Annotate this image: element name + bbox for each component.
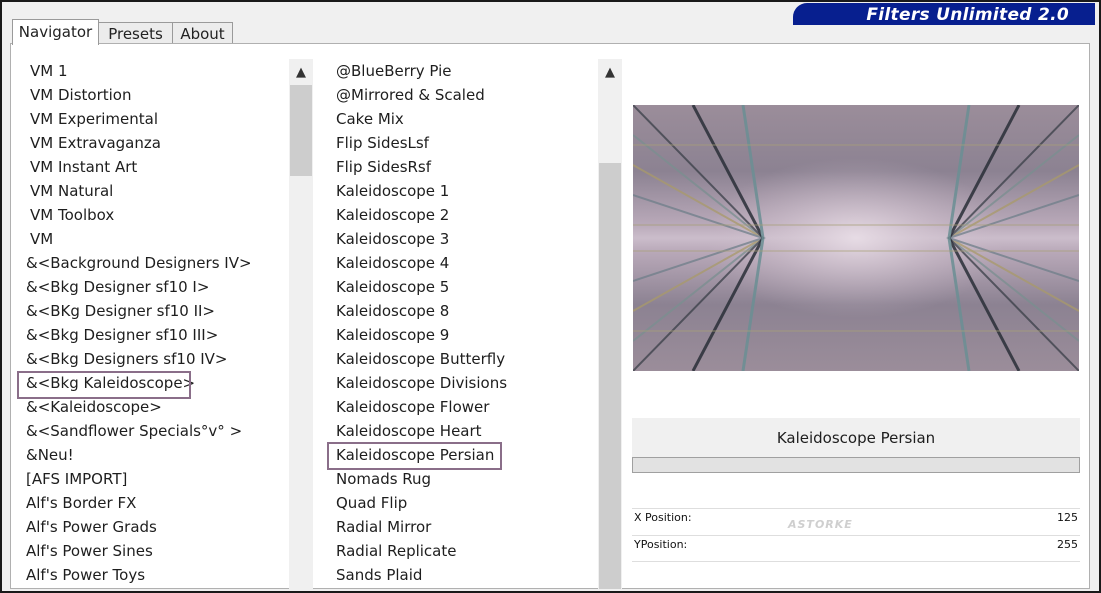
category-list[interactable]: VM 1 VM Distortion VM Experimental VM Extra…: [18, 59, 288, 589]
chevron-up-icon[interactable]: ▲: [289, 59, 313, 85]
param-divider: [632, 535, 1080, 536]
category-item[interactable]: &<Sandflower Specials°v° >: [26, 419, 242, 443]
param-divider: [632, 508, 1080, 509]
category-item[interactable]: &<Bkg Designer sf10 III>: [26, 323, 218, 347]
category-item[interactable]: VM Extravaganza: [30, 131, 161, 155]
category-item[interactable]: Alf's Power Toys: [26, 563, 145, 587]
x-position-value[interactable]: 125: [1030, 511, 1078, 524]
param-divider: [632, 561, 1080, 562]
category-item[interactable]: VM Experimental: [30, 107, 158, 131]
category-scroll-thumb[interactable]: [290, 85, 312, 176]
progress-bar: [632, 457, 1080, 473]
category-item[interactable]: VM Distortion: [30, 83, 131, 107]
filter-item[interactable]: Kaleidoscope Heart: [336, 419, 482, 443]
filter-item[interactable]: Sands Plaid: [336, 563, 422, 587]
category-item[interactable]: VM Natural: [30, 179, 113, 203]
filter-item[interactable]: Quad Flip: [336, 491, 407, 515]
kaleidoscope-pattern: [633, 105, 1079, 371]
selected-filter-name: Kaleidoscope Persian: [776, 429, 936, 447]
y-position-value[interactable]: 255: [1030, 538, 1078, 551]
category-item[interactable]: &<BKg Designer sf10 II>: [26, 299, 215, 323]
preview-image: [633, 105, 1079, 371]
category-item[interactable]: Alf's Power Sines: [26, 539, 153, 563]
category-item[interactable]: [AFS IMPORT]: [26, 467, 127, 491]
filter-item[interactable]: Flip SidesRsf: [336, 155, 431, 179]
category-item[interactable]: Alf's Border FX: [26, 491, 136, 515]
watermark: ASTORKE: [788, 518, 853, 531]
chevron-up-icon[interactable]: ▲: [598, 59, 622, 85]
category-item[interactable]: VM 1: [30, 59, 68, 83]
tab-presets[interactable]: Presets: [98, 22, 173, 44]
tab-navigator[interactable]: Navigator: [12, 19, 99, 45]
watermark-text: ASTORKE: [788, 518, 853, 531]
category-item[interactable]: &<Bkg Designers sf10 IV>: [26, 347, 228, 371]
tab-about[interactable]: About: [172, 22, 233, 44]
filter-item[interactable]: Flip SidesLsf: [336, 131, 429, 155]
filter-list[interactable]: @BlueBerry Pie @Mirrored & Scaled Cake Mix…: [327, 59, 597, 589]
filter-item[interactable]: Kaleidoscope 2: [336, 203, 449, 227]
app-title: Filters Unlimited 2.0: [866, 5, 1069, 25]
filter-name-box: Kaleidoscope Persian: [632, 418, 1080, 458]
category-item[interactable]: &Neu!: [26, 443, 74, 467]
filter-item[interactable]: @Mirrored & Scaled: [336, 83, 485, 107]
filter-scrollbar[interactable]: ▲: [598, 59, 622, 589]
y-position-label: YPosition:: [634, 538, 688, 551]
category-item[interactable]: &<Background Designers IV>: [26, 251, 252, 275]
filter-item[interactable]: Kaleidoscope 5: [336, 275, 449, 299]
filter-selection-highlight: [327, 442, 502, 470]
filter-item[interactable]: Cake Mix: [336, 107, 404, 131]
filter-item[interactable]: Radial Replicate: [336, 539, 456, 563]
filter-item[interactable]: Kaleidoscope 4: [336, 251, 449, 275]
filter-item[interactable]: Nomads Rug: [336, 467, 431, 491]
category-item[interactable]: Alf's Power Grads: [26, 515, 157, 539]
category-item[interactable]: VM: [30, 227, 53, 251]
filter-item[interactable]: Kaleidoscope Butterfly: [336, 347, 505, 371]
category-selection-highlight: [17, 371, 191, 399]
category-item[interactable]: VM Toolbox: [30, 203, 114, 227]
filter-item[interactable]: Kaleidoscope Divisions: [336, 371, 507, 395]
category-item[interactable]: VM Instant Art: [30, 155, 137, 179]
x-position-label: X Position:: [634, 511, 692, 524]
filter-item[interactable]: Kaleidoscope 3: [336, 227, 449, 251]
filter-item[interactable]: Radial Mirror: [336, 515, 431, 539]
filter-item[interactable]: Kaleidoscope Flower: [336, 395, 489, 419]
title-banner: Filters Unlimited 2.0: [793, 3, 1095, 25]
filter-item[interactable]: @BlueBerry Pie: [336, 59, 452, 83]
filter-item[interactable]: Kaleidoscope 1: [336, 179, 449, 203]
category-item[interactable]: &<Bkg Designer sf10 I>: [26, 275, 209, 299]
category-scrollbar[interactable]: ▲: [289, 59, 313, 589]
filter-item[interactable]: Kaleidoscope 8: [336, 299, 449, 323]
filter-scroll-thumb[interactable]: [599, 163, 621, 589]
filter-item[interactable]: Kaleidoscope 9: [336, 323, 449, 347]
